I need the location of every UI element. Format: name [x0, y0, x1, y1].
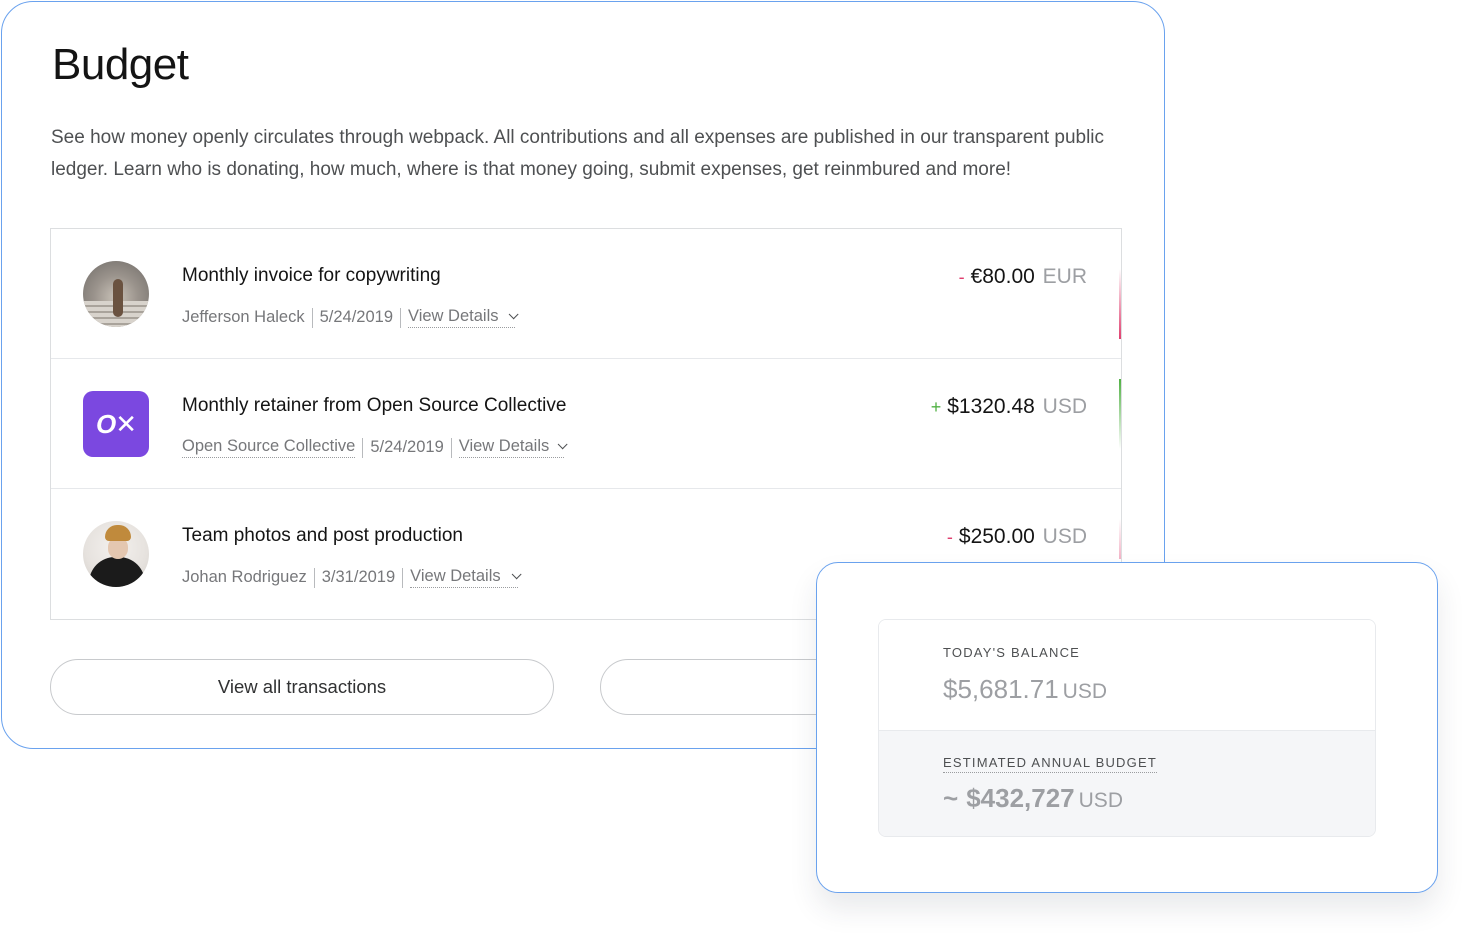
amount-sign: - [946, 527, 953, 547]
transaction-row: Monthly invoice for copywriting Jefferso… [51, 229, 1121, 359]
transaction-date: 5/24/2019 [370, 438, 444, 456]
estimated-budget-unit: USD [1078, 789, 1123, 812]
osc-logo-avatar[interactable]: O✕ [83, 391, 149, 457]
amount-currency: USD [1042, 525, 1087, 548]
view-details-label: View Details [458, 437, 550, 455]
balance-panel: Today's Balance $5,681.71 USD Estimated A… [878, 619, 1376, 837]
separator [311, 307, 313, 328]
view-details-label: View Details [408, 307, 499, 325]
budget-description: See how money openly circulates through … [51, 127, 1105, 180]
separator [313, 567, 315, 588]
page: Budget See how money openly circulates t… [0, 0, 1462, 934]
transaction-amount: - €80.00 EUR [959, 265, 1087, 289]
separator [450, 437, 452, 458]
separator [362, 437, 364, 458]
avatar-photo-hat [105, 525, 131, 541]
view-details-link[interactable]: View Details [458, 437, 568, 458]
todays-balance-amount: $5,681.71 [943, 674, 1059, 704]
transaction-meta: Johan Rodriguez 3/31/2019 View Details [182, 567, 522, 588]
osc-logo-icon: O✕ [95, 408, 137, 439]
view-details-label: View Details [410, 567, 501, 585]
chevron-down-icon [511, 569, 522, 580]
expense-indicator-bar [1119, 269, 1121, 339]
todays-balance-section: Today's Balance $5,681.71 USD [879, 620, 1375, 730]
chevron-down-icon [557, 439, 568, 450]
transaction-meta: Jefferson Haleck 5/24/2019 View Details [182, 307, 520, 328]
avatar-photo-body [89, 557, 145, 587]
amount-value: €80.00 [970, 265, 1035, 288]
transaction-row: O✕ Monthly retainer from Open Source Col… [51, 359, 1121, 489]
amount-currency: EUR [1042, 265, 1087, 288]
chevron-down-icon [509, 309, 520, 320]
amount-currency: USD [1042, 395, 1087, 418]
transaction-title[interactable]: Team photos and post production [182, 525, 463, 547]
transaction-date: 5/24/2019 [319, 308, 393, 326]
avatar-photo-figure [113, 279, 123, 317]
separator [400, 307, 401, 328]
avatar[interactable] [83, 261, 149, 327]
transaction-title[interactable]: Monthly invoice for copywriting [182, 265, 441, 287]
transaction-title[interactable]: Monthly retainer from Open Source Collec… [182, 395, 566, 417]
estimated-budget-label[interactable]: Estimated Annual Budget [943, 755, 1157, 773]
transaction-meta: Open Source Collective 5/24/2019 View De… [182, 437, 568, 458]
approx-sign: ~ [943, 783, 959, 813]
view-details-link[interactable]: View Details [410, 567, 522, 588]
transaction-amount: + $1320.48 USD [931, 395, 1087, 419]
separator [402, 567, 404, 588]
transaction-author[interactable]: Johan Rodriguez [182, 568, 307, 587]
transaction-date: 3/31/2019 [321, 568, 396, 586]
todays-balance-value: $5,681.71 USD [943, 674, 1107, 705]
income-indicator-bar [1119, 379, 1121, 449]
estimated-budget-value: ~ $432,727 USD [943, 783, 1123, 814]
amount-value: $1320.48 [947, 395, 1035, 418]
todays-balance-unit: USD [1062, 680, 1108, 703]
page-title: Budget [52, 40, 189, 89]
estimated-budget-section: Estimated Annual Budget ~ $432,727 USD [879, 730, 1375, 836]
amount-value: $250.00 [958, 525, 1035, 548]
transaction-author[interactable]: Jefferson Haleck [182, 308, 305, 327]
transaction-author-link[interactable]: Open Source Collective [182, 437, 356, 458]
view-all-transactions-button[interactable]: View all transactions [50, 659, 554, 715]
amount-sign: - [958, 267, 965, 287]
todays-balance-label: Today's Balance [943, 645, 1081, 660]
amount-sign: + [930, 397, 942, 417]
balance-card: Today's Balance $5,681.71 USD Estimated A… [816, 562, 1438, 893]
avatar[interactable] [83, 521, 149, 587]
estimated-budget-amount: $432,727 [966, 783, 1075, 813]
transaction-amount: - $250.00 USD [947, 525, 1087, 549]
expense-indicator-bar [1119, 519, 1121, 559]
view-details-link[interactable]: View Details [408, 307, 520, 328]
